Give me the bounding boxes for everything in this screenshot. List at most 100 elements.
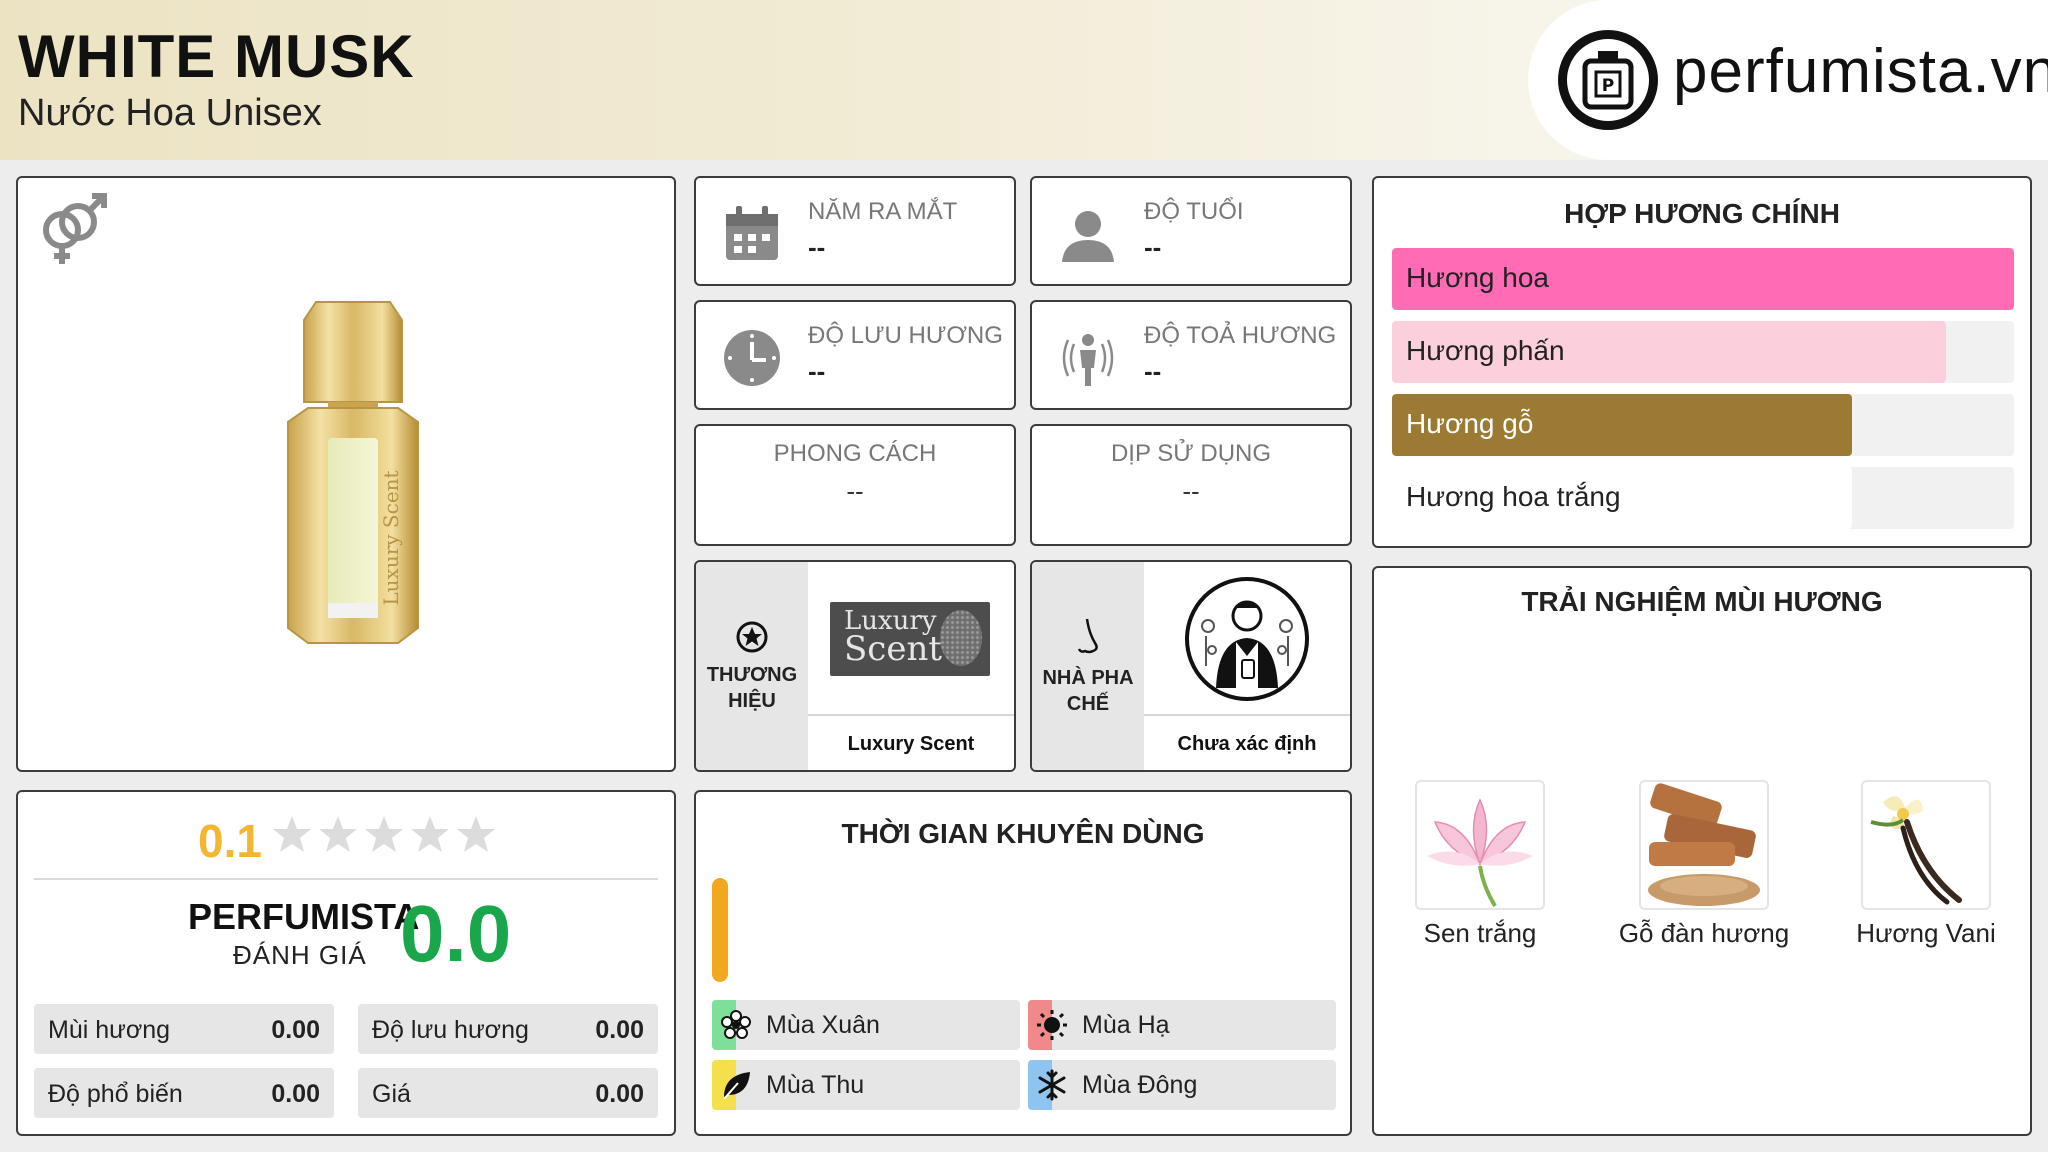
- rating-divider: [34, 878, 658, 880]
- year-label: NĂM RA MẮT: [808, 198, 958, 225]
- note-item[interactable]: Hương Vani: [1836, 780, 2016, 948]
- metric-price: Giá 0.00: [358, 1068, 658, 1118]
- season-label: Mùa Hạ: [1082, 1011, 1170, 1039]
- brand-label: THƯƠNG HIỆU: [706, 664, 798, 712]
- perfumista-score: 0.0: [400, 889, 512, 978]
- brand-name: Luxury Scent: [808, 714, 1014, 770]
- accord-label: Hương hoa: [1406, 262, 1549, 293]
- svg-text:P: P: [1602, 76, 1614, 96]
- metric-longevity: Độ lưu hương 0.00: [358, 1004, 658, 1054]
- brand-logo[interactable]: P perfumista.vn: [1528, 0, 2048, 160]
- perfume-subtitle: Nước Hoa Unisex: [18, 92, 322, 134]
- header: WHITE MUSK Nước Hoa Unisex P perfumista.…: [0, 0, 2048, 160]
- perfumista-title: PERFUMISTA: [188, 896, 420, 937]
- accord-label: Hương gỗ: [1406, 408, 1534, 439]
- note-item[interactable]: Sen trắng: [1390, 780, 1570, 948]
- metric-popularity: Độ phổ biến 0.00: [34, 1068, 334, 1118]
- brand-logo-image: Luxury Scent: [830, 602, 990, 676]
- perfumer-name: Chưa xác định: [1144, 714, 1350, 770]
- clock-icon: [724, 330, 780, 386]
- age-card: ĐỘ TUỔI --: [1030, 176, 1352, 286]
- notes-panel: TRẢI NGHIỆM MÙI HƯƠNG Sen trắng Gỗ đàn h…: [1372, 566, 2032, 1136]
- season-accent-bar: [712, 878, 728, 982]
- snowflake-icon: [1038, 1069, 1066, 1101]
- perfume-bottle-logo-icon: P: [1558, 30, 1658, 130]
- brand-card[interactable]: THƯƠNG HIỆU Luxury Scent Luxury Scent: [694, 560, 1016, 772]
- leaf-icon: [723, 1072, 750, 1100]
- season-label: Mùa Xuân: [766, 1011, 880, 1039]
- lotus-note-image: [1415, 780, 1545, 910]
- accord-label: Hương hoa trắng: [1406, 481, 1621, 512]
- seasons-panel: THỜI GIAN KHUYÊN DÙNG Mùa Xuân Mùa Hạ Mù…: [694, 790, 1352, 1136]
- notes-title: TRẢI NGHIỆM MÙI HƯƠNG: [1521, 586, 1883, 617]
- accord-bar: Hương hoa trắng: [1392, 467, 2014, 529]
- season-spring[interactable]: Mùa Xuân: [712, 1000, 1020, 1050]
- metric-label: Giá: [372, 1080, 411, 1108]
- metric-value: 0.00: [271, 1016, 320, 1044]
- product-image-panel: Luxury Scent: [16, 176, 676, 772]
- star-icon[interactable]: [364, 814, 404, 854]
- style-label: PHONG CÁCH: [773, 440, 937, 467]
- accord-bar: Hương hoa: [1392, 248, 2014, 310]
- season-autumn[interactable]: Mùa Thu: [712, 1060, 1020, 1110]
- metric-value: 0.00: [595, 1080, 644, 1108]
- year-card: NĂM RA MẮT --: [694, 176, 1016, 286]
- perfumista-subtitle: ĐÁNH GIÁ: [233, 940, 367, 970]
- star-icon[interactable]: [318, 814, 358, 854]
- rating-panel: 0.1 PERFUMISTA ĐÁNH GIÁ 0.0 Mùi hương 0.…: [16, 790, 676, 1136]
- perfume-title: WHITE MUSK: [18, 23, 415, 90]
- season-summer[interactable]: Mùa Hạ: [1028, 1000, 1336, 1050]
- perfumer-image-area: Chưa xác định: [1144, 562, 1350, 770]
- star-icon[interactable]: [456, 814, 496, 854]
- metric-scent: Mùi hương 0.00: [34, 1004, 334, 1054]
- note-name: Hương Vani: [1856, 918, 1996, 948]
- star-rating[interactable]: [272, 814, 496, 854]
- season-winter[interactable]: Mùa Đông: [1028, 1060, 1336, 1110]
- star-icon[interactable]: [410, 814, 450, 854]
- brand-logo-text-2: Scent: [844, 629, 943, 669]
- metric-value: 0.00: [271, 1080, 320, 1108]
- sillage-icon: [1062, 334, 1114, 386]
- year-value: --: [808, 232, 826, 262]
- style-value: --: [846, 476, 864, 506]
- user-score: 0.1: [198, 815, 262, 867]
- main-accords-panel: HỢP HƯƠNG CHÍNH Hương hoa Hương phấn Hương…: [1372, 176, 2032, 548]
- longevity-label: ĐỘ LƯU HƯƠNG: [808, 322, 1003, 349]
- perfumer-avatar: [1185, 577, 1309, 701]
- age-value: --: [1144, 232, 1162, 262]
- nose-icon: [1077, 618, 1098, 654]
- sun-icon: [1037, 1010, 1067, 1040]
- occasion-label: DỊP SỬ DỤNG: [1110, 440, 1272, 467]
- accord-bar: Hương phấn: [1392, 321, 2014, 383]
- longevity-value: --: [808, 356, 826, 386]
- metric-label: Độ lưu hương: [372, 1016, 529, 1044]
- season-label: Mùa Thu: [766, 1071, 865, 1099]
- sillage-value: --: [1144, 356, 1162, 386]
- age-label: ĐỘ TUỔI: [1144, 198, 1244, 225]
- accord-label: Hương phấn: [1406, 335, 1565, 366]
- logo-text: perfumista.vn: [1673, 37, 2048, 106]
- sandalwood-note-image: [1639, 780, 1769, 910]
- occasion-value: --: [1182, 476, 1200, 506]
- season-label: Mùa Đông: [1082, 1071, 1198, 1099]
- calendar-icon: [726, 206, 778, 260]
- note-item[interactable]: Gỗ đàn hương: [1614, 780, 1794, 948]
- metric-label: Mùi hương: [48, 1016, 171, 1044]
- longevity-card: ĐỘ LƯU HƯƠNG --: [694, 300, 1016, 410]
- metric-value: 0.00: [595, 1016, 644, 1044]
- brand-logo-area: Luxury Scent Luxury Scent: [808, 562, 1014, 770]
- seasons-title: THỜI GIAN KHUYÊN DÙNG: [841, 818, 1205, 849]
- perfume-bottle-image: Luxury Scent: [287, 301, 419, 644]
- note-name: Sen trắng: [1423, 918, 1537, 948]
- vanilla-note-image: [1861, 780, 1991, 910]
- metric-label: Độ phổ biến: [48, 1080, 183, 1108]
- note-name: Gỗ đàn hương: [1618, 918, 1790, 948]
- user-icon: [1062, 211, 1114, 262]
- star-icon[interactable]: [272, 814, 312, 854]
- perfumer-card[interactable]: NHÀ PHA CHẾ Chưa xác định: [1030, 560, 1352, 772]
- brand-badge: THƯƠNG HIỆU: [696, 562, 808, 770]
- perfumer-badge: NHÀ PHA CHẾ: [1032, 562, 1144, 770]
- main-accords-title: HỢP HƯƠNG CHÍNH: [1564, 198, 1840, 229]
- occasion-card: DỊP SỬ DỤNG --: [1030, 424, 1352, 546]
- style-card: PHONG CÁCH --: [694, 424, 1016, 546]
